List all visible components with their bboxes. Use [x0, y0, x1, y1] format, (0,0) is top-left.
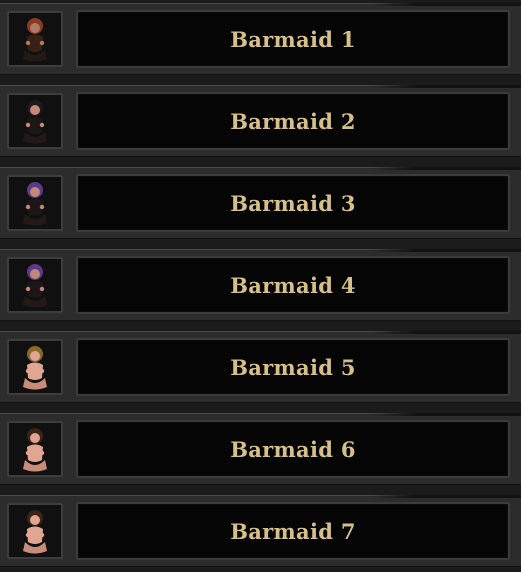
portrait-frame[interactable]: [7, 11, 63, 67]
barmaid-portrait-icon: [23, 18, 47, 62]
portrait-frame[interactable]: [7, 175, 63, 231]
character-row-5[interactable]: Barmaid 5: [0, 331, 521, 403]
name-plate[interactable]: Barmaid 1: [76, 10, 510, 68]
portrait-frame[interactable]: [7, 421, 63, 477]
character-name: Barmaid 1: [230, 26, 356, 52]
name-plate[interactable]: Barmaid 3: [76, 174, 510, 232]
character-name: Barmaid 5: [230, 354, 356, 380]
barmaid-portrait-icon: [23, 100, 47, 144]
character-name: Barmaid 3: [230, 190, 356, 216]
portrait-frame[interactable]: [7, 339, 63, 395]
barmaid-portrait-icon: [23, 182, 47, 226]
name-plate[interactable]: Barmaid 4: [76, 256, 510, 314]
character-row-4[interactable]: Barmaid 4: [0, 249, 521, 321]
character-name: Barmaid 4: [230, 272, 356, 298]
character-list: Barmaid 1 Barmaid 2 Barmaid 3 Barmaid 4 …: [0, 0, 521, 572]
barmaid-portrait-icon: [23, 346, 47, 390]
barmaid-portrait-icon: [23, 264, 47, 308]
portrait-frame[interactable]: [7, 93, 63, 149]
character-row-1[interactable]: Barmaid 1: [0, 3, 521, 75]
name-plate[interactable]: Barmaid 2: [76, 92, 510, 150]
character-name: Barmaid 6: [230, 436, 356, 462]
character-row-3[interactable]: Barmaid 3: [0, 167, 521, 239]
barmaid-portrait-icon: [23, 510, 47, 554]
barmaid-portrait-icon: [23, 428, 47, 472]
portrait-frame[interactable]: [7, 503, 63, 559]
name-plate[interactable]: Barmaid 7: [76, 502, 510, 560]
character-row-2[interactable]: Barmaid 2: [0, 85, 521, 157]
character-row-6[interactable]: Barmaid 6: [0, 413, 521, 485]
character-row-7[interactable]: Barmaid 7: [0, 495, 521, 567]
character-name: Barmaid 7: [230, 518, 356, 544]
character-name: Barmaid 2: [230, 108, 356, 134]
portrait-frame[interactable]: [7, 257, 63, 313]
name-plate[interactable]: Barmaid 5: [76, 338, 510, 396]
name-plate[interactable]: Barmaid 6: [76, 420, 510, 478]
